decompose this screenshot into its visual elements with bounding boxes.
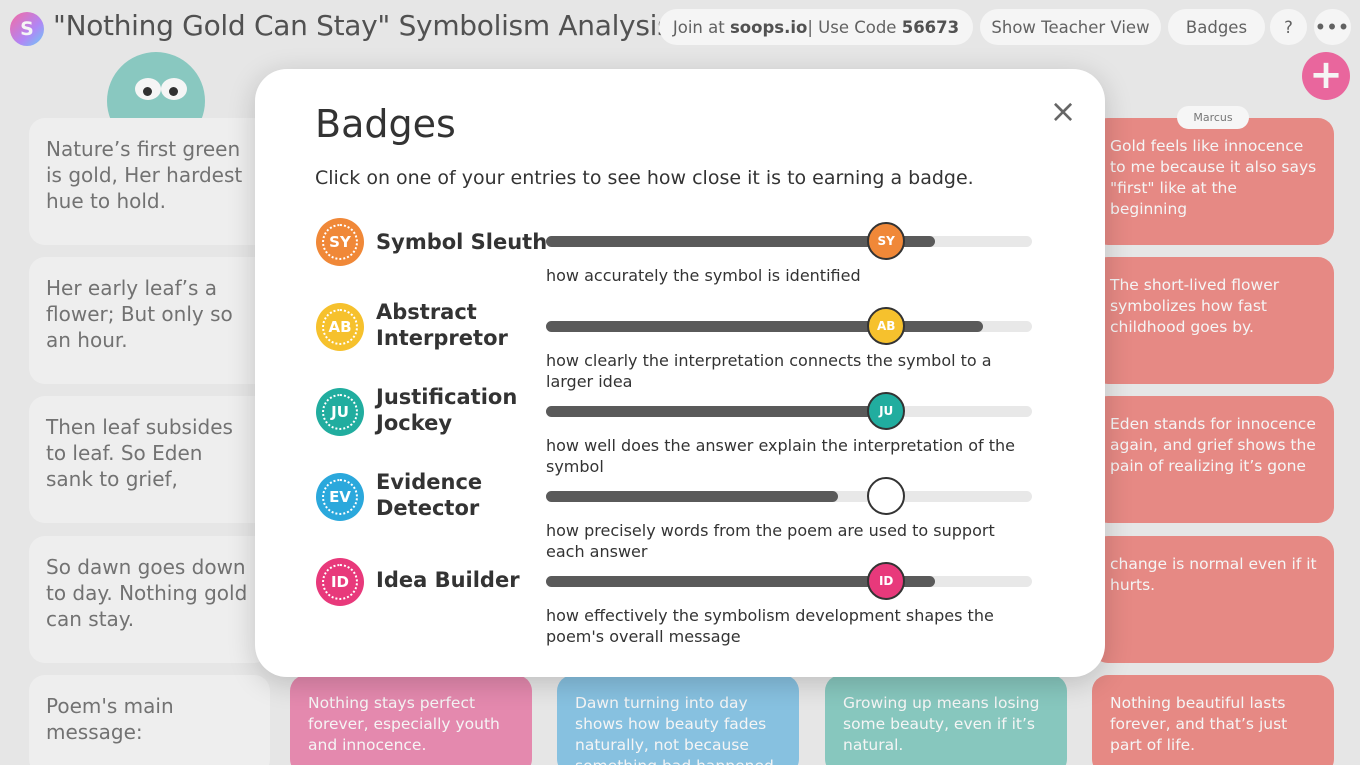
badge-name: Symbol Sleuth — [376, 230, 548, 254]
badge-description: how accurately the symbol is identified — [546, 266, 861, 285]
abstract-interpretor-badge-icon: AB — [316, 303, 364, 351]
badges-modal: Badges × Click on one of your entries to… — [255, 69, 1105, 677]
close-icon[interactable]: × — [1048, 95, 1078, 127]
badge-row: ID Idea Builder ID how effectively the s… — [255, 553, 1105, 646]
badge-progress-knob[interactable]: ID — [867, 562, 906, 600]
badge-progress-track — [546, 477, 1032, 515]
badge-progress-fill — [546, 491, 838, 502]
badge-progress-track: AB — [546, 307, 1032, 345]
badge-progress-fill — [546, 406, 896, 417]
badge-progress-knob[interactable]: AB — [867, 307, 906, 345]
badge-name: Abstract Interpretor — [376, 300, 508, 350]
badge-name: Justification Jockey — [376, 385, 518, 435]
justification-jockey-badge-icon: JU — [316, 388, 364, 436]
badge-progress-track: SY — [546, 222, 1032, 260]
modal-title: Badges — [315, 102, 456, 146]
idea-builder-badge-icon: ID — [316, 558, 364, 606]
badge-progress-track: JU — [546, 392, 1032, 430]
student-name-tag: Marcus — [1177, 106, 1249, 129]
modal-instructions: Click on one of your entries to see how … — [315, 167, 974, 189]
badge-progress-fill — [546, 321, 984, 332]
badge-progress-knob[interactable]: SY — [867, 222, 906, 260]
badge-row: SY Symbol Sleuth SY how accurately the s… — [255, 213, 1105, 298]
badge-row: EV Evidence Detector how precisely words… — [255, 468, 1105, 561]
badge-name: Evidence Detector — [376, 470, 483, 520]
badge-progress-knob[interactable] — [867, 477, 906, 515]
symbol-sleuth-badge-icon: SY — [316, 218, 364, 266]
badge-row: AB Abstract Interpretor AB how clearly t… — [255, 298, 1105, 391]
evidence-detector-badge-icon: EV — [316, 473, 364, 521]
badge-name: Idea Builder — [376, 568, 520, 592]
badge-progress-track: ID — [546, 562, 1032, 600]
badge-progress-knob[interactable]: JU — [867, 392, 906, 430]
badge-row: JU Justification Jockey JU how well does… — [255, 383, 1105, 476]
badge-description: how effectively the symbolism developmen… — [546, 606, 994, 646]
